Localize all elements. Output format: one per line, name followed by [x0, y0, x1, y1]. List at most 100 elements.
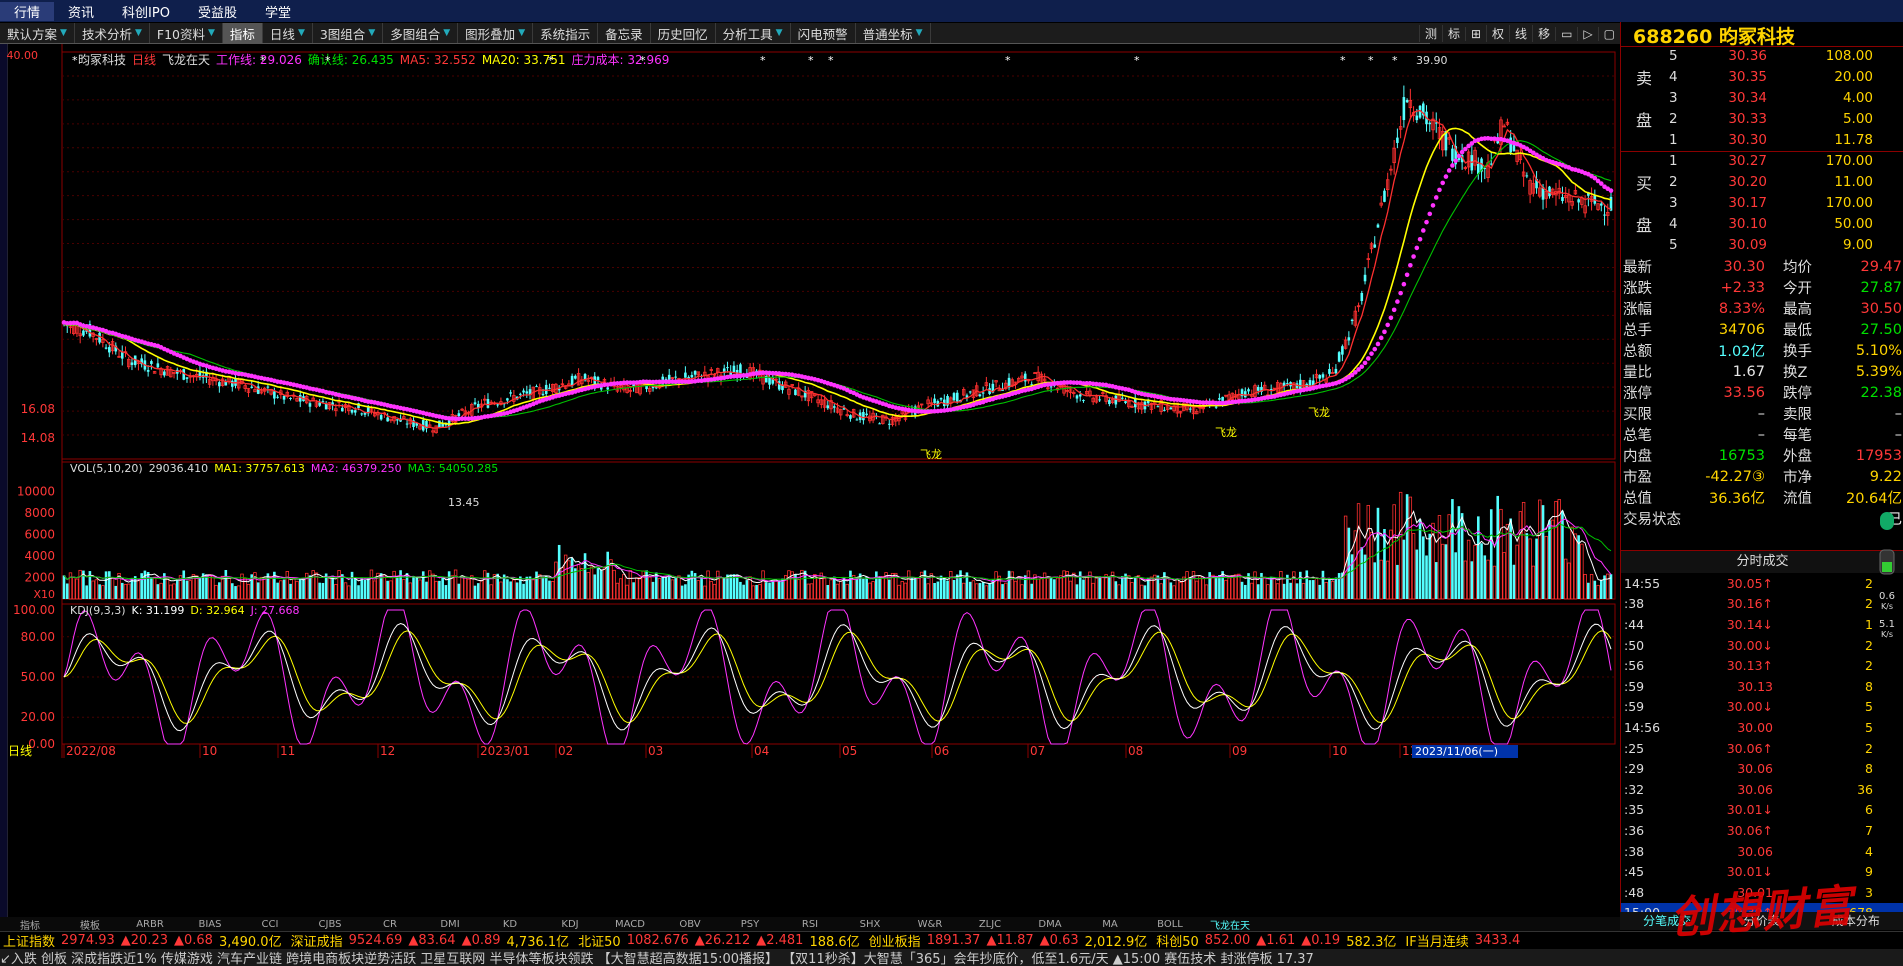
bid-row[interactable]: 4 30.10 50.00 [1669, 216, 1899, 237]
indicator-tab-19[interactable]: BOLL [1140, 919, 1200, 930]
stat-value: – [1757, 426, 1765, 443]
indicator-tab-5[interactable]: CJBS [300, 919, 360, 930]
indicator-tab-8[interactable]: KD [480, 919, 540, 930]
right-tool-8[interactable]: ▢ [1597, 26, 1620, 41]
indicator-tab-10[interactable]: MACD [600, 919, 660, 930]
menu-item-1[interactable]: 资讯 [54, 2, 108, 21]
tick-row: :29 30.06 8 [1621, 758, 1903, 779]
ticker-text: ↙入跌 创板 深成指跌近1% 传媒游戏 汽车产业链 跨境电商板块逆势活跃 卫星互… [0, 952, 1314, 966]
indicator-tab-20[interactable]: 飞龙在天 [1200, 917, 1260, 932]
stat-value: +2.33 [1720, 279, 1765, 296]
toolbar-item-4[interactable]: 日线 ▼ [263, 23, 313, 43]
indicator-tab-17[interactable]: DMA [1020, 919, 1080, 930]
speed-gauge: 0.6 K/s 5.1 K/s [1872, 510, 1902, 680]
level: 4 [1669, 69, 1678, 85]
indicator-tab-6[interactable]: CR [360, 919, 420, 930]
toolbar-item-5[interactable]: 3图组合 ▼ [313, 23, 384, 43]
indicator-tab-1[interactable]: 模板 [60, 917, 120, 932]
menu-item-3[interactable]: 受益股 [184, 2, 251, 21]
bid-book: 买 盘 1 30.27 170.00 2 30.20 11.00 3 30.17 170.00 4… [1621, 151, 1903, 256]
right-tool-4[interactable]: 线 [1509, 25, 1532, 42]
right-tool-2[interactable]: ⊞ [1464, 26, 1486, 41]
volume-axis-label: 2000 [24, 571, 55, 585]
ask-row[interactable]: 1 30.30 11.78 [1669, 132, 1899, 153]
stat-value: 16753 [1718, 447, 1765, 464]
tick-row: :32 30.06 36 [1621, 779, 1903, 800]
cursor-date-label: 2023/11/06(一) [1415, 745, 1498, 758]
bid-row[interactable]: 1 30.27 170.00 [1669, 153, 1899, 174]
indicator-tab-16[interactable]: ZLJC [960, 919, 1020, 930]
kline-chart[interactable]: 16.08 14.08 昀冢科技 日线 飞龙在天 工作线: 29.026 确认线: 26.4… [0, 44, 1620, 917]
index-name[interactable]: 深证成指 [288, 932, 343, 949]
ask-row[interactable]: 4 30.35 20.00 [1669, 69, 1899, 90]
indicator-tab-2[interactable]: ARBR [120, 919, 180, 930]
indicator-tab-14[interactable]: SHX [840, 919, 900, 930]
toolbar-item-8[interactable]: 系统指示 [533, 23, 599, 43]
index-value: ▲26.212 [694, 932, 751, 948]
right-tool-1[interactable]: 标 [1441, 25, 1465, 42]
stat-value: 1.67 [1732, 363, 1765, 380]
tick-volume: 8 [1865, 678, 1873, 694]
sell-label-2: 盘 [1635, 111, 1652, 130]
right-tool-3[interactable]: 权 [1486, 25, 1509, 42]
toolbar-label: 技术分析 [81, 26, 132, 42]
toolbar-item-3[interactable]: 指标 [222, 23, 263, 43]
ask-row[interactable]: 3 30.34 4.00 [1669, 90, 1899, 111]
bid-row[interactable]: 5 30.09 9.00 [1669, 237, 1899, 258]
indicator-tab-4[interactable]: CCI [240, 919, 300, 930]
toolbar-item-7[interactable]: 图形叠加 ▼ [458, 23, 534, 43]
right-tool-5[interactable]: 移 [1532, 25, 1555, 42]
sell-label: 卖 [1635, 69, 1652, 88]
menu-item-0[interactable]: 行情 [0, 1, 55, 21]
indicator-tab-15[interactable]: W&R [900, 919, 960, 930]
toolbar-item-13[interactable]: 普通坐标 ▼ [856, 23, 931, 43]
volume: 11.00 [1834, 174, 1873, 190]
index-name[interactable]: IF当月连续 [1402, 932, 1468, 949]
level: 4 [1669, 216, 1678, 232]
right-tool-7[interactable]: ▷ [1577, 26, 1597, 41]
index-name[interactable]: 上证指数 [0, 932, 55, 949]
level: 1 [1669, 132, 1678, 148]
toolbar-item-11[interactable]: 分析工具 ▼ [716, 23, 791, 43]
index-value: ▲2.481 [756, 932, 804, 948]
menu-item-2[interactable]: 科创IPO [108, 2, 184, 21]
bid-row[interactable]: 2 30.20 11.00 [1669, 174, 1899, 195]
index-name[interactable]: 科创50 [1153, 932, 1199, 949]
level: 2 [1669, 111, 1678, 127]
indicator-tab-13[interactable]: RSI [780, 919, 840, 930]
chevron-down-icon: ▼ [775, 28, 783, 38]
toolbar-item-0[interactable]: 默认方案 ▼ [0, 23, 75, 43]
toolbar-item-1[interactable]: 技术分析 ▼ [75, 23, 150, 43]
index-name[interactable]: 创业板指 [866, 932, 921, 949]
period-label[interactable]: 日线 [8, 744, 32, 758]
month-label: 10 [1332, 744, 1347, 758]
toolbar-item-12[interactable]: 闪电预警 [791, 23, 856, 43]
ask-row[interactable]: 5 30.36 108.00 [1669, 48, 1899, 69]
bid-row[interactable]: 3 30.17 170.00 [1669, 195, 1899, 216]
menu-item-4[interactable]: 学堂 [251, 2, 305, 21]
toolbar-item-6[interactable]: 多图组合 ▼ [383, 23, 459, 43]
indicator-tab-7[interactable]: DMI [420, 919, 480, 930]
index-value: 3433.4 [1474, 932, 1521, 948]
toolbar-item-2[interactable]: F10资料 ▼ [150, 23, 223, 43]
indicator-tab-9[interactable]: KDJ [540, 919, 600, 930]
indicator-tab-12[interactable]: PSY [720, 919, 780, 930]
indicator-tab-3[interactable]: BIAS [180, 919, 240, 930]
right-tool-6[interactable]: ▭ [1555, 26, 1577, 41]
svg-text:*: * [760, 54, 766, 67]
indicator-tab-18[interactable]: MA [1080, 919, 1140, 930]
index-name[interactable]: 北证50 [575, 932, 621, 949]
toolbar-item-9[interactable]: 备忘录 [598, 23, 651, 43]
svg-text:*: * [1340, 54, 1346, 67]
stat-label: 内盘 [1623, 449, 1652, 465]
index-value: ▲0.63 [1039, 932, 1079, 948]
indicator-tab-11[interactable]: OBV [660, 919, 720, 930]
toolbar-item-10[interactable]: 历史回忆 [651, 23, 716, 43]
right-tool-0[interactable]: 测 [1418, 25, 1442, 42]
index-value: 1082.676 [626, 932, 689, 948]
tick-row: :44 30.14↓ 1 [1621, 614, 1903, 635]
indicator-tab-0[interactable]: 指标 [0, 917, 60, 932]
ask-row[interactable]: 2 30.33 5.00 [1669, 111, 1899, 132]
stat-row: 总笔 – 每笔 – [1621, 424, 1903, 445]
stat-label: 市盈 [1623, 470, 1652, 486]
